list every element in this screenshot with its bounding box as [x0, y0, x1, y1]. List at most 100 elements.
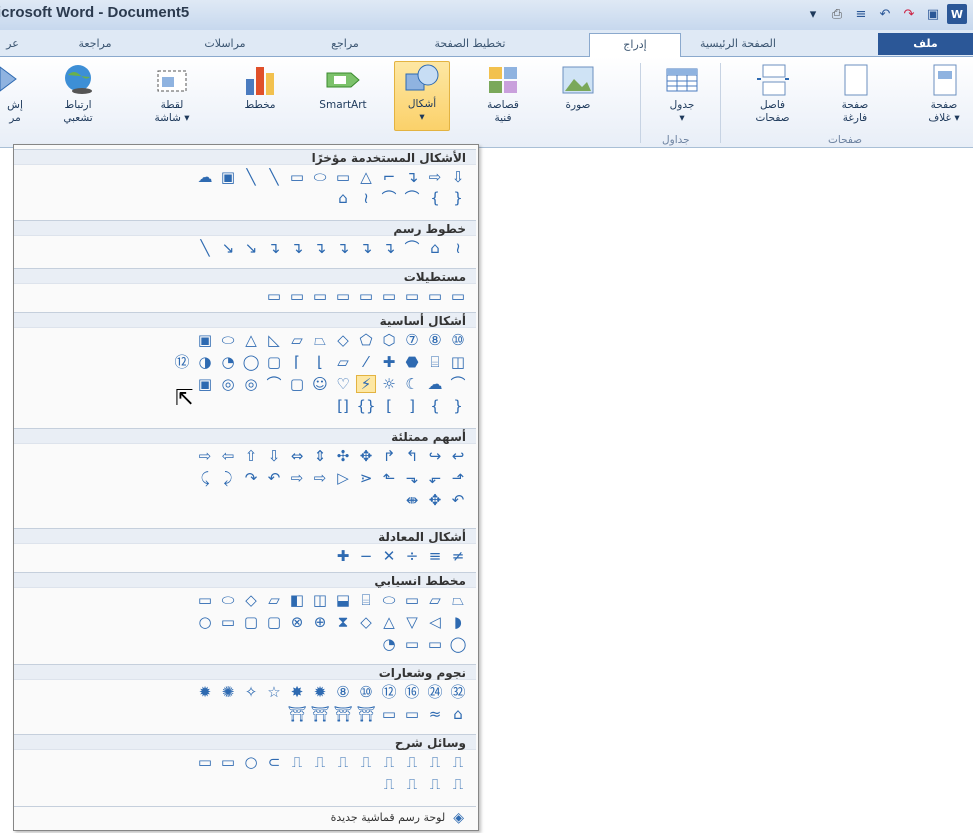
shape-item[interactable]: ▱	[425, 591, 445, 609]
shape-item[interactable]: ◯	[448, 635, 468, 653]
shape-item[interactable]: ⎍	[379, 775, 399, 793]
shape-item[interactable]: ⛩	[310, 705, 330, 723]
shape-item[interactable]: ⬠	[356, 331, 376, 349]
shape-item[interactable]: ▭	[218, 613, 238, 631]
shape-item[interactable]: ↴	[310, 239, 330, 257]
shape-item[interactable]: ]	[402, 397, 422, 415]
shape-item[interactable]: ⌸	[356, 591, 376, 609]
shape-item[interactable]: ⛩	[287, 705, 307, 723]
shape-item[interactable]: ▭	[425, 287, 445, 305]
shape-item[interactable]: ⬡	[379, 331, 399, 349]
shape-item[interactable]: ↴	[333, 239, 353, 257]
tab-mailings[interactable]: مراسلات	[190, 33, 260, 55]
shape-item[interactable]: ◑	[195, 353, 215, 371]
shape-item[interactable]: ▭	[195, 591, 215, 609]
shape-item[interactable]: △	[379, 613, 399, 631]
shape-item[interactable]: ☾	[402, 375, 422, 393]
shape-item[interactable]: ⊕	[310, 613, 330, 631]
shape-item[interactable]: △	[356, 168, 376, 186]
shape-item[interactable]: ▭	[287, 168, 307, 186]
shape-item[interactable]: ▭	[310, 287, 330, 305]
shape-item[interactable]: ⑧	[333, 683, 353, 701]
shape-item[interactable]: ▷	[333, 469, 353, 487]
shape-item[interactable]: ⊗	[287, 613, 307, 631]
shape-item[interactable]: ▭	[402, 591, 422, 609]
shape-item[interactable]: ⎍	[425, 775, 445, 793]
shape-item[interactable]: ◎	[218, 375, 238, 393]
shape-item[interactable]: ⏢	[448, 591, 468, 609]
shape-item[interactable]: ⎍	[402, 753, 422, 771]
shape-item[interactable]: ◫	[310, 591, 330, 609]
shape-item[interactable]: ◫	[448, 353, 468, 371]
shape-item[interactable]: ☆	[264, 683, 284, 701]
shape-item[interactable]: ▢	[264, 353, 284, 371]
shape-item[interactable]: ≈	[425, 705, 445, 723]
shape-item[interactable]: ♡	[333, 375, 353, 393]
shape-item[interactable]: ⏢	[310, 331, 330, 349]
shape-item[interactable]: ▣	[195, 375, 215, 393]
shape-item[interactable]: ✸	[287, 683, 307, 701]
shape-item[interactable]: ✧	[241, 683, 261, 701]
shape-item[interactable]: ⇨	[310, 469, 330, 487]
bookmark-button[interactable]: إش مر	[0, 63, 30, 125]
tab-page-layout[interactable]: تخطيط الصفحة	[420, 33, 520, 55]
shape-item[interactable]: ↶	[264, 469, 284, 487]
shape-item[interactable]: }	[448, 189, 468, 207]
tab-home[interactable]: الصفحة الرئيسية	[688, 33, 788, 55]
shape-item[interactable]: ⧗	[333, 613, 353, 631]
shape-item[interactable]: ✹	[195, 683, 215, 701]
shape-item[interactable]: ↴	[379, 239, 399, 257]
shape-item[interactable]: ⑧	[425, 331, 445, 349]
shape-item[interactable]: ⌸	[425, 353, 445, 371]
save-icon[interactable]: ▣	[923, 4, 943, 24]
shape-item[interactable]: ✚	[379, 353, 399, 371]
tab-view[interactable]: عر	[0, 33, 25, 55]
shape-item[interactable]: ✥	[356, 447, 376, 465]
dropdown-icon[interactable]: ▾	[803, 4, 823, 24]
shape-item[interactable]: ⎍	[310, 753, 330, 771]
shape-item[interactable]: ⑯	[402, 683, 422, 701]
smartart-button[interactable]: SmartArt	[308, 63, 378, 112]
shape-item[interactable]: ◔	[218, 353, 238, 371]
shape-item[interactable]: ▭	[448, 287, 468, 305]
shape-item[interactable]: ⎍	[379, 753, 399, 771]
shape-item[interactable]: ㉜	[448, 683, 468, 701]
shape-item[interactable]: ⇨	[287, 469, 307, 487]
shape-item[interactable]: ▭	[264, 287, 284, 305]
shape-item[interactable]: ⌊	[310, 353, 330, 371]
cover-page-button[interactable]: صفحة غلاف ▾	[915, 63, 973, 125]
shape-item[interactable]: ⬣	[402, 353, 422, 371]
shape-item[interactable]: ☁	[425, 375, 445, 393]
shape-item[interactable]: ▭	[287, 287, 307, 305]
shape-item[interactable]: ▭	[379, 287, 399, 305]
shape-item[interactable]: ◇	[333, 331, 353, 349]
shape-item[interactable]: △	[241, 331, 261, 349]
shape-item[interactable]: ↩	[448, 447, 468, 465]
page-break-button[interactable]: فاصل صفحات	[745, 63, 800, 125]
shape-item[interactable]: {	[425, 397, 445, 415]
shape-item[interactable]: ÷	[402, 547, 422, 565]
shape-item[interactable]: ▭	[218, 753, 238, 771]
shape-item[interactable]: ◯	[241, 353, 261, 371]
shape-item[interactable]: ⎍	[356, 753, 376, 771]
shape-item[interactable]: ▱	[264, 591, 284, 609]
shape-item[interactable]: ↷	[241, 469, 261, 487]
shape-item[interactable]: ▢	[287, 375, 307, 393]
shape-item[interactable]: ⬭	[218, 331, 238, 349]
shape-item[interactable]: ⑩	[356, 683, 376, 701]
shape-item[interactable]: ↴	[356, 239, 376, 257]
tab-file[interactable]: ملف	[878, 33, 973, 55]
shape-item[interactable]: ⤸	[218, 469, 238, 487]
shape-item[interactable]: ✕	[379, 547, 399, 565]
undo-icon[interactable]: ↶	[875, 4, 895, 24]
shape-item[interactable]: ▭	[333, 168, 353, 186]
shape-item[interactable]: ⌈	[287, 353, 307, 371]
chart-button[interactable]: مخطط	[232, 63, 288, 112]
shape-item[interactable]: ▭	[402, 287, 422, 305]
shape-item[interactable]: ▱	[287, 331, 307, 349]
shape-item[interactable]: []	[333, 397, 353, 415]
shape-item[interactable]: ◎	[241, 375, 261, 393]
tab-review[interactable]: مراجعة	[60, 33, 130, 55]
shape-item[interactable]: ⤹	[195, 469, 215, 487]
shape-item[interactable]: ≠	[448, 547, 468, 565]
